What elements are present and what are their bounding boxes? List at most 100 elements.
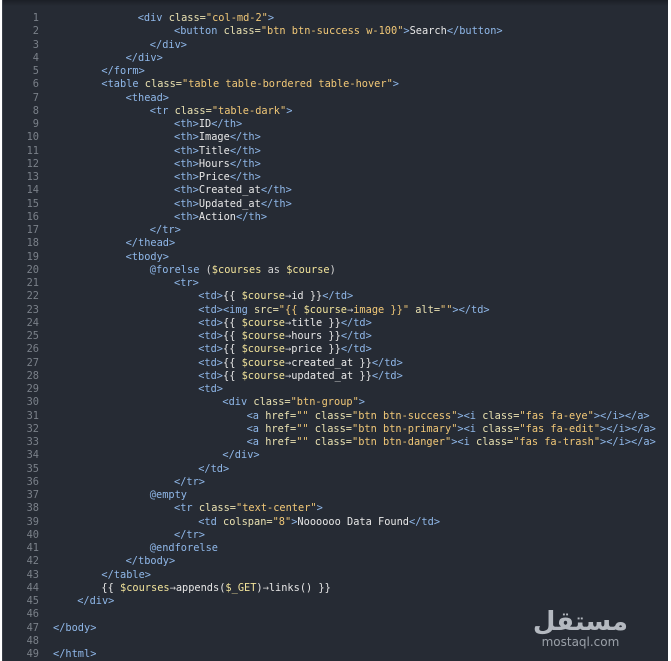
code-line[interactable]: 20 @forelse ($courses as $course) — [3, 264, 668, 277]
code-line[interactable]: 17 </tr> — [3, 224, 668, 237]
code-token: "" — [440, 303, 453, 316]
code-line[interactable]: 36 </tr> — [3, 476, 668, 489]
code-text: </tr> — [150, 224, 181, 237]
line-number: 42 — [26, 555, 39, 568]
code-line[interactable]: 21 <tr> — [3, 277, 668, 290]
code-line[interactable]: 41 @endforelse — [3, 542, 668, 555]
code-line[interactable]: 32 <a href="" class="btn btn-primary"><i … — [3, 423, 668, 436]
code-text: {{ $courses→appends($_GET)→links() }} — [101, 582, 330, 595]
code-line[interactable]: 9 <th>ID</th> — [3, 118, 668, 131]
code-token: <td — [198, 515, 223, 528]
line-number: 1 — [32, 12, 39, 24]
code-token: {{ — [223, 316, 242, 329]
code-text: <a href="" class="btn btn-primary"><i cl… — [247, 423, 656, 436]
line-number: 44 — [26, 581, 39, 594]
code-token: </td> — [371, 369, 403, 382]
code-line[interactable]: 25 <td>{{ $course→hours }}</td> — [3, 330, 668, 343]
code-token: "fas fa-edit" — [519, 422, 601, 435]
code-line[interactable]: 22 <td>{{ $course→id }}</td> — [3, 290, 668, 303]
code-token: "text-center" — [236, 502, 317, 515]
code-line[interactable]: 40 </tr> — [3, 529, 668, 542]
code-line[interactable]: 5 </form> — [3, 65, 668, 78]
code-token: > — [316, 502, 323, 515]
line-number: 30 — [26, 396, 39, 409]
code-token: <td> — [198, 369, 223, 382]
code-line[interactable]: 18 </thead> — [3, 237, 668, 250]
code-token: </thead> — [125, 237, 176, 250]
code-line[interactable]: 49 </html> — [3, 648, 668, 661]
code-text: </table> — [101, 569, 151, 582]
code-line[interactable]: 44 {{ $courses→appends($_GET)→links() }} — [3, 582, 668, 595]
code-line[interactable]: 19 <tbody> — [3, 251, 668, 264]
code-text: <th>Hours</th> — [174, 158, 261, 171]
code-line[interactable]: 27 <td>{{ $course→created_at }}</td> — [3, 357, 668, 370]
code-text: </tbody> — [126, 555, 176, 568]
code-token: links() }} — [268, 581, 331, 594]
code-token: $course — [303, 303, 348, 316]
code-area[interactable]: 1 <div class="col-md-2"> 2 <button class="b… — [3, 12, 668, 661]
code-line[interactable]: 29 <td> — [3, 383, 668, 396]
code-token: $_GET — [225, 581, 257, 594]
code-token: href= — [265, 422, 297, 435]
line-number: 46 — [26, 608, 39, 621]
code-editor[interactable]: 1 <div class="col-md-2"> 2 <button class="b… — [2, 0, 668, 661]
line-number: 33 — [26, 436, 39, 448]
code-line[interactable]: 15 <th>Updated_at</th> — [3, 198, 668, 211]
code-token: "fas fa-trash" — [513, 436, 601, 448]
code-token: @empty — [149, 489, 187, 501]
code-line[interactable]: 26 <td>{{ $course→price }}</td> — [3, 343, 668, 356]
code-text: <td colspan="8">Noooooo Data Found</td> — [198, 516, 440, 529]
line-number: 5 — [32, 65, 39, 77]
code-line[interactable]: 34 </div> — [3, 449, 668, 462]
code-line[interactable]: 10 <th>Image</th> — [3, 131, 668, 144]
code-line[interactable]: 7 <thead> — [3, 92, 668, 105]
code-line[interactable]: 39 <td colspan="8">Noooooo Data Found</td… — [3, 516, 668, 529]
code-text: <td>{{ $course→updated_at }}</td> — [198, 370, 403, 383]
code-token: class= — [482, 422, 520, 435]
code-line[interactable]: 1 <div class="col-md-2"> — [3, 12, 668, 25]
code-token: </form> — [101, 65, 145, 77]
code-line[interactable]: 3 </div> — [3, 39, 668, 52]
code-token: {{ — [223, 290, 242, 303]
code-token: $course — [241, 343, 286, 356]
code-line[interactable]: 4 </div> — [3, 52, 668, 65]
code-token: <i — [463, 422, 483, 435]
code-token: <thead> — [125, 91, 169, 104]
code-line[interactable]: 23 <td><img src="{{ $course→image }}" alt… — [3, 304, 668, 317]
code-line[interactable]: 28 <td>{{ $course→updated_at }}</td> — [3, 370, 668, 383]
code-line[interactable]: 33 <a href="" class="btn btn-danger"><i c… — [3, 436, 668, 449]
code-line[interactable]: 24 <td>{{ $course→title }}</td> — [3, 317, 668, 330]
code-line[interactable]: 31 <a href="" class="btn btn-success"><i … — [3, 410, 668, 423]
code-line[interactable]: 11 <th>Title</th> — [3, 145, 668, 158]
code-token: </div> — [149, 38, 187, 51]
code-line[interactable]: 38 <tr class="text-center"> — [3, 502, 668, 515]
code-line[interactable]: 6 <table class="table table-bordered tabl… — [3, 78, 668, 91]
code-line[interactable]: 43 </table> — [3, 569, 668, 582]
code-token: alt= — [409, 303, 441, 316]
code-line[interactable]: 42 </tbody> — [3, 555, 668, 568]
line-number: 22 — [26, 290, 39, 303]
code-line[interactable]: 8 <tr class="table-dark"> — [3, 105, 668, 118]
line-number: 28 — [26, 369, 39, 382]
code-token: appends( — [175, 581, 226, 594]
line-number: 7 — [32, 91, 39, 104]
code-token: $course — [241, 290, 286, 303]
code-token: {{ — [223, 330, 242, 342]
code-token: colspan= — [223, 515, 273, 528]
code-line[interactable]: 13 <th>Price</th> — [3, 171, 668, 184]
code-token: "col-md-2" — [205, 12, 268, 24]
code-line[interactable]: 14 <th>Created_at</th> — [3, 184, 668, 197]
line-number: 11 — [26, 144, 39, 157]
line-number: 4 — [32, 51, 39, 64]
code-token: "btn-group" — [290, 396, 359, 409]
code-line[interactable]: 16 <th>Action</th> — [3, 211, 668, 224]
code-token: ></i></a> — [600, 422, 656, 435]
code-line[interactable]: 37 @empty — [3, 489, 668, 502]
code-token: Hours — [198, 157, 230, 170]
code-line[interactable]: 35 </td> — [3, 463, 668, 476]
code-line[interactable]: 2 <button class="btn btn-success w-100">S… — [3, 25, 668, 38]
code-line[interactable]: 30 <div class="btn-group"> — [3, 396, 668, 409]
code-token: </body> — [53, 621, 97, 634]
code-line[interactable]: 12 <th>Hours</th> — [3, 158, 668, 171]
code-text: <th>Price</th> — [174, 171, 261, 184]
